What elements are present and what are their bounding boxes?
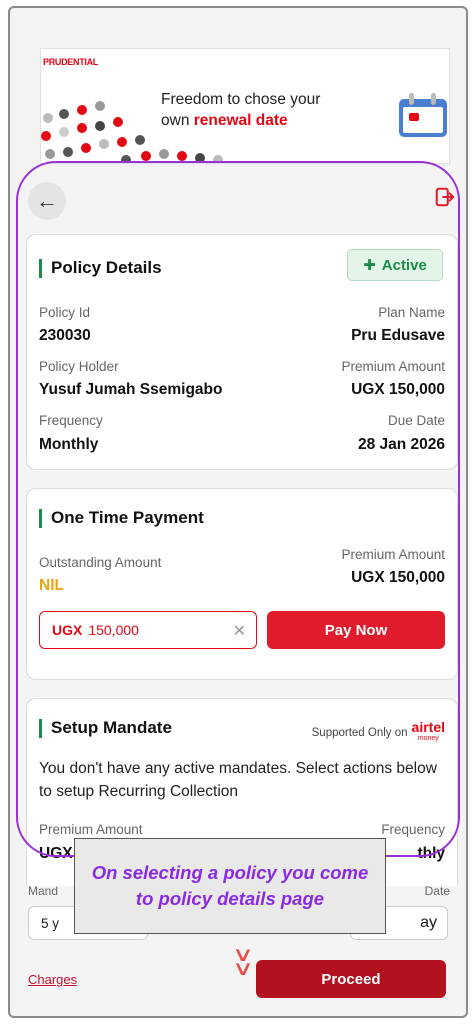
policy-details-card: Policy Details ✚ Active Policy Id Plan N… [26, 234, 458, 470]
premium-amount-value: UGX 150,000 [351, 381, 445, 398]
outstanding-amount-value: NIL [39, 577, 64, 594]
one-time-payment-card: One Time Payment Outstanding Amount NIL … [26, 488, 458, 680]
policy-id-label: Policy Id [39, 305, 91, 320]
sparkle-icon: ✚ [363, 257, 376, 274]
back-button[interactable]: ← [28, 182, 66, 220]
premium-amount-label: Premium Amount [39, 822, 143, 837]
amount-input[interactable]: UGX 150,000 ✕ [39, 611, 257, 649]
charges-link[interactable]: Charges [28, 972, 77, 987]
date-label: Date [424, 884, 450, 898]
premium-amount-label: Premium Amount [341, 547, 445, 562]
card-title: One Time Payment [39, 508, 204, 528]
calendar-icon [397, 91, 449, 137]
premium-amount-label: Premium Amount [341, 359, 445, 374]
pay-now-button[interactable]: Pay Now [267, 611, 445, 649]
plan-name-value: Pru Edusave [351, 327, 445, 344]
premium-amount-value: UGX 150,000 [351, 569, 445, 586]
frequency-value: Monthly [39, 436, 99, 453]
close-icon[interactable]: ✕ [233, 621, 246, 641]
outstanding-amount-label: Outstanding Amount [39, 555, 162, 570]
due-date-label: Due Date [387, 413, 445, 428]
airtel-money-logo: airtel money [411, 719, 445, 742]
premium-amount-value: UGX [39, 845, 73, 862]
frequency-label: Frequency [381, 822, 445, 837]
mandate-description: You don't have any active mandates. Sele… [39, 760, 437, 800]
status-badge: ✚ Active [347, 249, 443, 281]
promo-banner[interactable]: PRUDENTIAL Freedom to chose your own ren… [40, 48, 450, 164]
arrow-left-icon: ← [36, 188, 58, 213]
mandate-label: Mand [28, 884, 59, 898]
due-date-value: 28 Jan 2026 [357, 436, 445, 453]
supported-provider: Supported Only on airtel money [312, 719, 445, 745]
policy-holder-value: Yusuf Jumah Ssemigabo [39, 381, 223, 398]
card-title: Policy Details [39, 258, 162, 278]
logout-icon[interactable] [434, 186, 456, 208]
card-title: Setup Mandate [39, 718, 172, 738]
annotation-callout: On selecting a policy you come to policy… [74, 838, 386, 934]
proceed-button[interactable]: Proceed [256, 960, 446, 998]
prudential-logo: PRUDENTIAL [43, 57, 98, 67]
policy-holder-label: Policy Holder [39, 359, 119, 374]
frequency-label: Frequency [39, 413, 103, 428]
plan-name-label: Plan Name [378, 305, 445, 320]
banner-headline: Freedom to chose your own renewal date [161, 91, 321, 129]
policy-id-value: 230030 [39, 327, 91, 344]
frequency-value: thly [417, 845, 445, 862]
